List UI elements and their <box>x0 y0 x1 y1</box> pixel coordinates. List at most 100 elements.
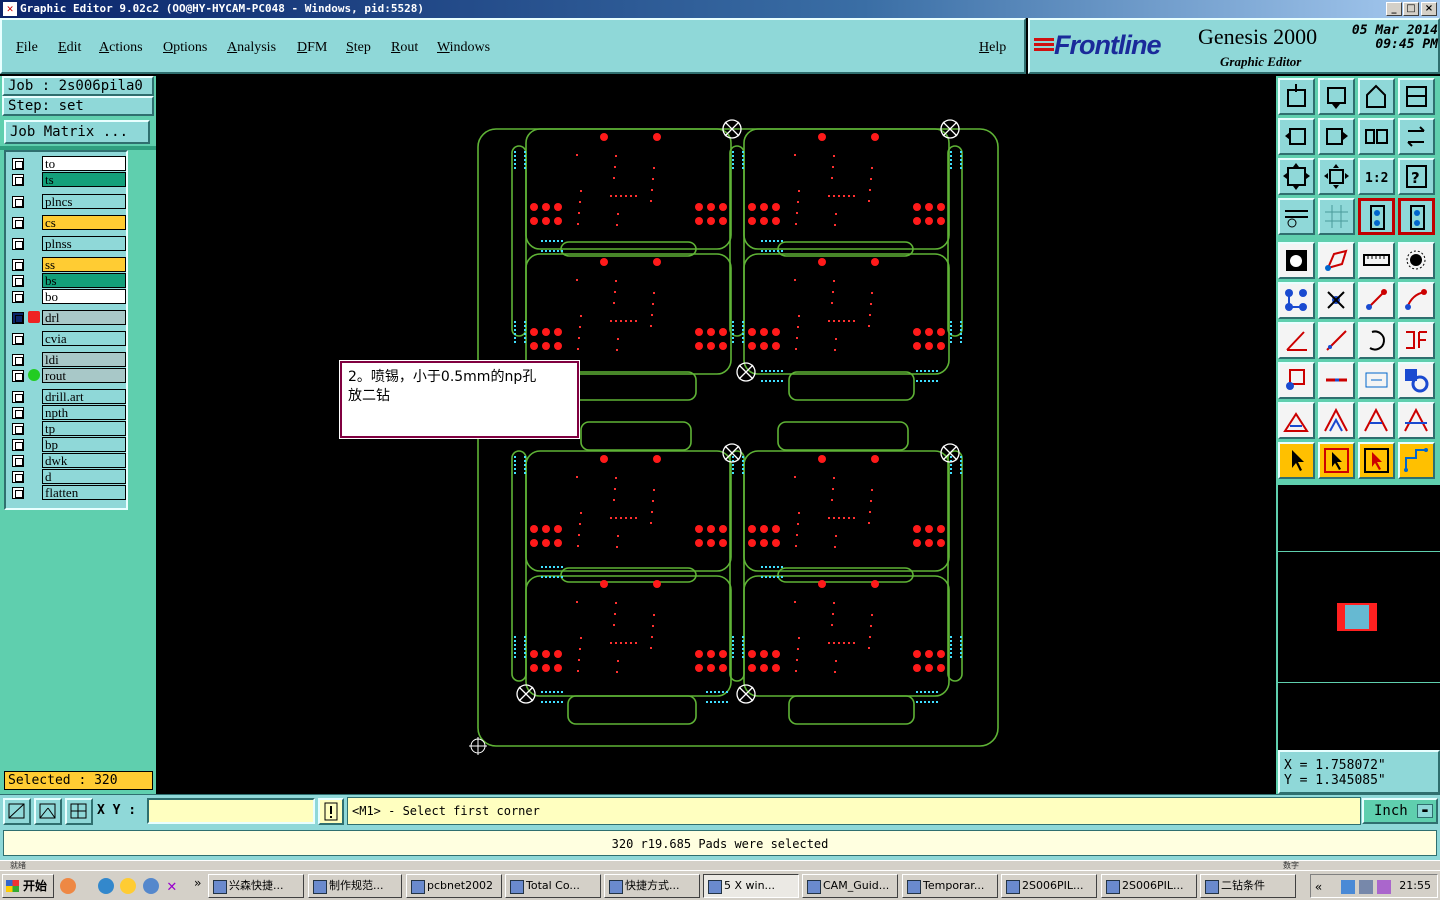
help-query-button[interactable]: ? <box>1398 158 1435 195</box>
taskbar-item[interactable]: Temporar... <box>902 874 998 898</box>
measure-button[interactable] <box>1358 242 1395 279</box>
taskbar-item[interactable]: 兴森快捷... <box>208 874 304 898</box>
pcb-drawing[interactable] <box>156 76 1276 794</box>
layer-checkbox[interactable] <box>12 291 24 303</box>
menu-file[interactable]: File <box>16 40 38 56</box>
layer-row-flatten[interactable]: flatten <box>10 485 126 500</box>
layer-row-ldi[interactable]: ldi <box>10 352 126 367</box>
home-button[interactable] <box>1278 78 1315 115</box>
layer-row-drl[interactable]: drl <box>10 310 126 325</box>
menu-step[interactable]: Step <box>346 40 371 56</box>
rotate-button[interactable] <box>1358 322 1395 359</box>
select-frame-button[interactable] <box>1358 442 1395 479</box>
layer-checkbox[interactable] <box>12 217 24 229</box>
layer-row-bp[interactable]: bp <box>10 437 126 452</box>
taskbar-item[interactable]: 制作规范... <box>308 874 402 898</box>
layer-name[interactable]: ldi <box>42 352 126 367</box>
line-add-button[interactable] <box>1358 282 1395 319</box>
triangle-select-button[interactable] <box>1318 402 1355 439</box>
layer-name[interactable]: bs <box>42 273 126 288</box>
taskbar-item[interactable]: pcbnet2002 <box>406 874 502 898</box>
circles-button[interactable] <box>1398 362 1435 399</box>
layer-name[interactable]: rout <box>42 368 126 383</box>
units-selector[interactable]: Inch ▬ <box>1362 798 1438 824</box>
cross-button[interactable] <box>1318 282 1355 319</box>
layer-name[interactable]: plnss <box>42 236 126 251</box>
layer-name[interactable]: to <box>42 156 126 171</box>
layer-row-ts[interactable]: ts <box>10 172 126 187</box>
grid-toggle-button[interactable] <box>1318 198 1355 235</box>
layer-scroll-area[interactable] <box>130 150 154 846</box>
layer-row-plnss[interactable]: plnss <box>10 236 126 251</box>
layer-row-dwk[interactable]: dwk <box>10 453 126 468</box>
layer-row-npth[interactable]: npth <box>10 405 126 420</box>
layer-checkbox[interactable] <box>12 354 24 366</box>
dimension-button[interactable] <box>1358 362 1395 399</box>
taskbar-item[interactable]: 快捷方式... <box>604 874 700 898</box>
x-app-icon[interactable]: ✕ <box>167 876 177 895</box>
zoom-ratio-button[interactable]: 1:2 <box>1358 158 1395 195</box>
layer-checkbox[interactable] <box>12 158 24 170</box>
layer-row-ss[interactable]: ss <box>10 257 126 272</box>
minimize-button[interactable]: _ <box>1386 2 1402 16</box>
layer-name[interactable]: bo <box>42 289 126 304</box>
ruler-button[interactable] <box>1278 198 1315 235</box>
layer-checkbox[interactable] <box>12 238 24 250</box>
layer-row-drill-art[interactable]: drill.art <box>10 389 126 404</box>
pan-left-button[interactable] <box>1278 118 1315 155</box>
ie-icon[interactable] <box>98 878 114 894</box>
flip-button[interactable] <box>1398 322 1435 359</box>
layer-checkbox[interactable] <box>12 196 24 208</box>
layer-name[interactable]: ts <box>42 172 126 187</box>
maximize-button[interactable]: □ <box>1403 2 1419 16</box>
select-path-button[interactable] <box>1398 442 1435 479</box>
layer-checkbox[interactable] <box>12 455 24 467</box>
taskbar-item[interactable]: 2S006PIL... <box>1101 874 1197 898</box>
layer-row-to[interactable]: to <box>10 156 126 171</box>
select-box-button[interactable] <box>1318 442 1355 479</box>
zoom-box-button[interactable] <box>1278 158 1315 195</box>
layer-checkbox[interactable] <box>12 471 24 483</box>
info-icon[interactable] <box>318 798 344 825</box>
redraw-button[interactable] <box>1398 118 1435 155</box>
layer-row-cvia[interactable]: cvia <box>10 331 126 346</box>
tray-app-icon[interactable] <box>1377 880 1391 894</box>
snap-red-alt-button[interactable] <box>1398 198 1435 235</box>
menu-edit[interactable]: Edit <box>58 40 81 56</box>
menu-dfm[interactable]: DFM <box>297 40 327 56</box>
pan-right-button[interactable] <box>1318 118 1355 155</box>
zoom-center-button[interactable] <box>1318 158 1355 195</box>
menu-help[interactable]: Help <box>979 40 1006 56</box>
layer-row-bo[interactable]: bo <box>10 289 126 304</box>
xy-input[interactable] <box>147 798 315 824</box>
layer-row-d[interactable]: d <box>10 469 126 484</box>
graphic-canvas[interactable] <box>156 76 1276 794</box>
clock-app-icon[interactable] <box>120 878 136 894</box>
angle-button[interactable] <box>1278 322 1315 359</box>
measure-icon[interactable] <box>34 798 62 825</box>
menu-windows[interactable]: Windows <box>437 40 490 56</box>
layer-name[interactable]: cs <box>42 215 126 230</box>
window-button[interactable] <box>1398 78 1435 115</box>
pad-button[interactable] <box>1398 242 1435 279</box>
layer-name[interactable]: npth <box>42 405 126 420</box>
menu-rout[interactable]: Rout <box>391 40 418 56</box>
layer-row-plncs[interactable]: plncs <box>10 194 126 209</box>
layer-name[interactable]: bp <box>42 437 126 452</box>
job-matrix-button[interactable]: Job Matrix ... <box>4 120 150 144</box>
tray-network-icon[interactable] <box>1341 880 1355 894</box>
taskbar-item[interactable]: Total Co... <box>505 874 601 898</box>
taskbar-item[interactable]: 5 X win... <box>703 874 799 898</box>
select-arrow-button[interactable] <box>1278 442 1315 479</box>
layer-name[interactable]: drill.art <box>42 389 126 404</box>
a-select-alt-button[interactable] <box>1398 402 1435 439</box>
layer-name[interactable]: cvia <box>42 331 126 346</box>
snap-red-button[interactable] <box>1358 198 1395 235</box>
layer-checkbox[interactable] <box>12 370 24 382</box>
tray-volume-icon[interactable] <box>1359 880 1373 894</box>
menu-options[interactable]: Options <box>163 40 207 56</box>
quicklaunch-app-icon[interactable] <box>60 878 76 894</box>
layer-checkbox[interactable] <box>12 439 24 451</box>
layer-checkbox[interactable] <box>12 407 24 419</box>
layer-checkbox[interactable] <box>12 487 24 499</box>
